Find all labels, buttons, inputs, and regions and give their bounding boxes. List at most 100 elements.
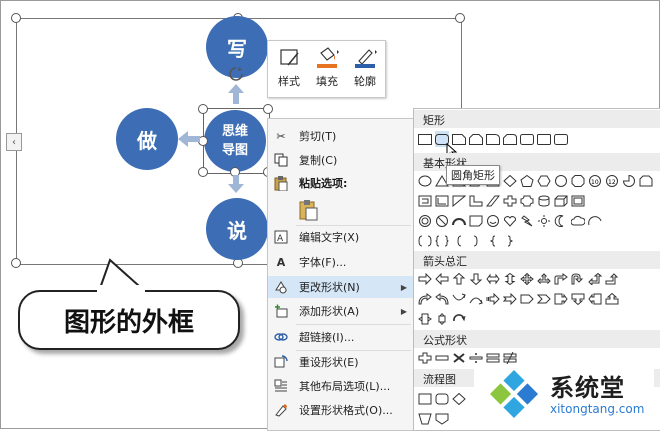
- menu-item-edit-text[interactable]: A 编辑文字(X): [268, 226, 413, 248]
- shape-double-bracket[interactable]: [418, 233, 432, 249]
- shape-no-symbol[interactable]: [435, 213, 449, 229]
- shape-plaque[interactable]: [520, 193, 534, 209]
- shape-round-corner-rect[interactable]: [486, 131, 500, 147]
- shape-flowchart-alternate-process[interactable]: [435, 391, 449, 407]
- shape-curved-left-arrow[interactable]: [435, 291, 449, 307]
- shape-sun[interactable]: [537, 213, 551, 229]
- shape-curved-right-arrow[interactable]: [418, 291, 432, 307]
- menu-item-format-shape[interactable]: 设置形状格式(O)...: [268, 399, 413, 421]
- shape-bevel[interactable]: [571, 193, 585, 209]
- shape-curved-up-arrow[interactable]: [452, 291, 466, 307]
- shape-left-arrow-callout[interactable]: [588, 291, 602, 307]
- diagram-node-bottom[interactable]: 说: [206, 198, 268, 260]
- shape-minus[interactable]: [435, 350, 449, 366]
- shape-left-brace[interactable]: [486, 233, 500, 249]
- shape-striped-right-arrow[interactable]: [486, 291, 500, 307]
- shape-multiply[interactable]: [452, 350, 466, 366]
- shape-round-same-side-rect[interactable]: [537, 131, 551, 147]
- diagram-node-left[interactable]: 做: [116, 108, 178, 170]
- text-pane-toggle[interactable]: ‹: [6, 133, 22, 151]
- shape-left-right-arrow-callout[interactable]: [418, 311, 432, 327]
- shape-u-turn-arrow[interactable]: [571, 271, 585, 287]
- shape-heart[interactable]: [503, 213, 517, 229]
- shape-pentagon[interactable]: [520, 173, 534, 189]
- shape-snip-round-rect[interactable]: [503, 131, 517, 147]
- shape-can[interactable]: [537, 193, 551, 209]
- shape-right-bracket[interactable]: [469, 233, 483, 249]
- shape-diagonal-stripe[interactable]: [486, 193, 500, 209]
- paste-keep-format-button[interactable]: [298, 199, 318, 224]
- menu-item-add-shape[interactable]: 添加形状(A) ▶: [268, 300, 413, 322]
- shape-plus[interactable]: [418, 350, 432, 366]
- shape-round-diag-rect[interactable]: [520, 131, 534, 147]
- shape-arrow-down[interactable]: [469, 271, 483, 287]
- shape-up-arrow-callout[interactable]: [605, 291, 619, 307]
- shape-double-brace[interactable]: [435, 233, 449, 249]
- menu-item-change-shape[interactable]: 更改形状(N) ▶: [268, 276, 413, 298]
- resize-handle-top-right[interactable]: [455, 13, 465, 23]
- shape-frame[interactable]: [435, 193, 449, 209]
- shape-oval[interactable]: [418, 173, 432, 189]
- resize-handle-bottom-left[interactable]: [11, 258, 21, 268]
- shape-flowchart-offpage[interactable]: [435, 411, 449, 427]
- shape-pentagon-arrow[interactable]: [520, 291, 534, 307]
- shape-flowchart-process[interactable]: [418, 391, 432, 407]
- shape-octagon[interactable]: [571, 173, 585, 189]
- shape-donut[interactable]: [418, 213, 432, 229]
- shape-flowchart-decision[interactable]: [452, 391, 466, 407]
- shape-arrow-right[interactable]: [418, 271, 432, 287]
- shape-bent-arrow[interactable]: [554, 271, 568, 287]
- shape-chord[interactable]: [639, 173, 653, 189]
- shape-chevron[interactable]: [537, 291, 551, 307]
- menu-item-cut[interactable]: ✂ 剪切(T): [268, 125, 413, 147]
- shape-moon[interactable]: [554, 213, 568, 229]
- shape-rectangle[interactable]: [418, 131, 432, 147]
- shape-flowchart-manual-operation[interactable]: [418, 411, 432, 427]
- menu-item-hyperlink[interactable]: 超链接(I)...: [268, 326, 413, 348]
- shape-arrow-left[interactable]: [435, 271, 449, 287]
- shape-l-shape[interactable]: [469, 193, 483, 209]
- shape-folded-corner[interactable]: [469, 213, 483, 229]
- shape-right-brace[interactable]: [503, 233, 517, 249]
- shape-pie[interactable]: [622, 173, 636, 189]
- shape-quad-arrow-callout[interactable]: [435, 311, 449, 327]
- shape-cloud[interactable]: [571, 213, 585, 229]
- menu-item-copy[interactable]: 复制(C): [268, 149, 413, 171]
- shape-teardrop[interactable]: [418, 193, 432, 209]
- style-button[interactable]: 样式: [270, 43, 308, 95]
- shape-circular-arrow[interactable]: [452, 311, 466, 327]
- shape-right-arrow-callout[interactable]: [554, 291, 568, 307]
- outline-button[interactable]: 轮廓: [346, 43, 384, 95]
- shape-smiley-face[interactable]: [486, 213, 500, 229]
- resize-handle-top-left[interactable]: [11, 13, 21, 23]
- shape-left-up-arrow[interactable]: [588, 271, 602, 287]
- menu-item-reset-shape[interactable]: 重设形状(E): [268, 351, 413, 373]
- shape-arc[interactable]: [588, 213, 602, 229]
- shape-half-frame[interactable]: [452, 193, 466, 209]
- shape-diamond[interactable]: [503, 173, 517, 189]
- shape-notched-right-arrow[interactable]: [503, 291, 517, 307]
- shape-heptagon[interactable]: [554, 173, 568, 189]
- shape-block-arc[interactable]: [452, 213, 466, 229]
- shape-decagon[interactable]: 10: [588, 173, 602, 189]
- shape-dodecagon[interactable]: 12: [605, 173, 619, 189]
- rotate-handle-icon[interactable]: [228, 66, 244, 82]
- shape-lightning-bolt[interactable]: [520, 213, 534, 229]
- handle[interactable]: [198, 167, 208, 177]
- shape-curved-down-arrow[interactable]: [469, 291, 483, 307]
- handle[interactable]: [263, 104, 273, 114]
- shape-down-arrow-callout[interactable]: [571, 291, 585, 307]
- shape-arrow-left-right[interactable]: [486, 271, 500, 287]
- menu-item-font[interactable]: A 字体(F)...: [268, 251, 413, 273]
- shape-left-right-up-arrow[interactable]: [537, 271, 551, 287]
- shape-cross[interactable]: [503, 193, 517, 209]
- shape-cube[interactable]: [554, 193, 568, 209]
- handle[interactable]: [198, 104, 208, 114]
- shape-quad-arrow[interactable]: [520, 271, 534, 287]
- shape-hexagon[interactable]: [537, 173, 551, 189]
- fill-button[interactable]: 填充: [308, 43, 346, 95]
- menu-item-layout-options[interactable]: 其他布局选项(L)...: [268, 375, 413, 397]
- shape-round-rect-3[interactable]: [554, 131, 568, 147]
- shape-snip-rectangle-2[interactable]: [469, 131, 483, 147]
- shape-arrow-up[interactable]: [452, 271, 466, 287]
